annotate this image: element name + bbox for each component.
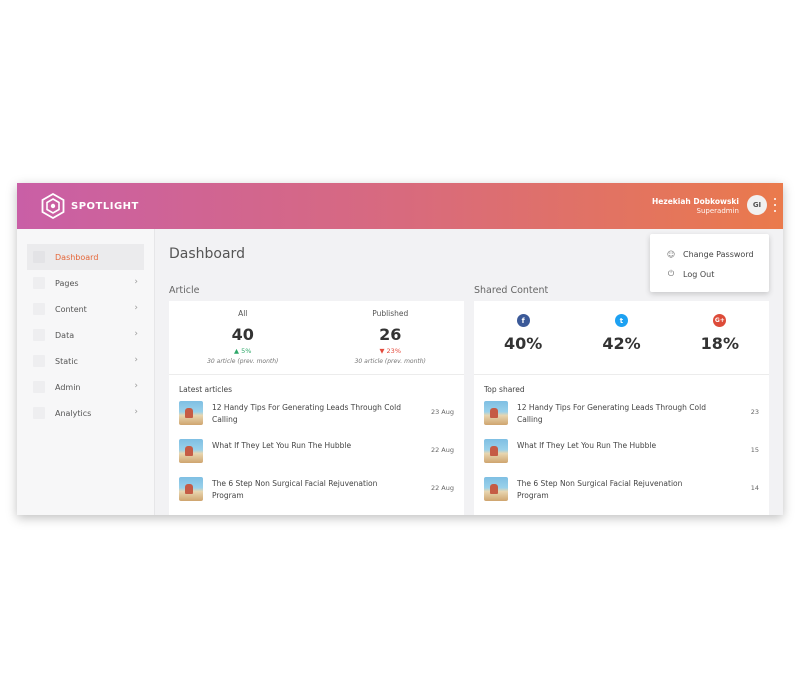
stat-published: Published 26 ▼ 23% 30 article (prev. mon… xyxy=(317,301,465,374)
sidebar-item-pages[interactable]: Pages › xyxy=(27,270,144,296)
latest-articles-title: Latest articles xyxy=(179,385,232,394)
static-icon xyxy=(33,355,45,367)
share-percent: 18% xyxy=(700,334,739,353)
shared-content-card: f 40% t 42% G+ 18% Top shared 12 Handy T… xyxy=(474,301,769,515)
share-percent: 42% xyxy=(602,334,641,353)
menu-item-label: Log Out xyxy=(683,269,715,279)
menu-item-log-out[interactable]: ⏻ Log Out xyxy=(650,264,769,284)
article-title[interactable]: The 6 Step Non Surgical Facial Rejuvenat… xyxy=(517,478,707,502)
more-menu-icon[interactable] xyxy=(771,198,779,212)
sidebar-item-label: Static xyxy=(55,356,78,366)
brand-name: SPOTLIGHT xyxy=(71,200,139,212)
shared-section-title: Shared Content xyxy=(474,285,549,296)
dashboard-icon xyxy=(33,251,45,263)
user-key-icon: ☺ xyxy=(666,249,676,259)
share-count: 23 xyxy=(750,408,759,416)
sidebar: Dashboard Pages › Content › Data › Stati… xyxy=(17,229,155,515)
chevron-right-icon: › xyxy=(134,381,138,391)
sidebar-item-static[interactable]: Static › xyxy=(27,348,144,374)
facebook-icon: f xyxy=(516,314,530,327)
list-item[interactable]: What If They Let You Run The Hubble 22 A… xyxy=(169,439,464,477)
brand-logo[interactable]: SPOTLIGHT xyxy=(41,193,139,219)
stat-label: Published xyxy=(372,309,409,318)
data-icon xyxy=(33,329,45,341)
stat-change-up: ▲ 5% xyxy=(234,347,252,355)
analytics-icon xyxy=(33,407,45,419)
chevron-right-icon: › xyxy=(134,329,138,339)
top-bar: SPOTLIGHT Hezekiah Dobkowski Superadmin … xyxy=(17,183,783,229)
list-item[interactable]: 12 Handy Tips For Generating Leads Throu… xyxy=(474,401,769,439)
article-card: All 40 ▲ 5% 30 article (prev. month) Pub… xyxy=(169,301,464,515)
article-title[interactable]: The 6 Step Non Surgical Facial Rejuvenat… xyxy=(212,478,402,502)
stat-previous: 30 article (prev. month) xyxy=(354,358,426,365)
article-thumbnail xyxy=(484,401,508,425)
stat-value: 26 xyxy=(379,325,402,344)
sidebar-item-data[interactable]: Data › xyxy=(27,322,144,348)
article-title[interactable]: 12 Handy Tips For Generating Leads Throu… xyxy=(212,402,402,426)
share-twitter: t 42% xyxy=(572,301,670,374)
article-thumbnail xyxy=(179,439,203,463)
list-item[interactable]: What If They Let You Run The Hubble 15 xyxy=(474,439,769,477)
twitter-icon: t xyxy=(614,314,628,327)
stat-change-down: ▼ 23% xyxy=(379,347,401,355)
sidebar-item-dashboard[interactable]: Dashboard xyxy=(27,244,144,270)
share-stats: f 40% t 42% G+ 18% xyxy=(474,301,769,375)
stat-label: All xyxy=(238,309,248,318)
chevron-right-icon: › xyxy=(134,277,138,287)
admin-icon xyxy=(33,381,45,393)
article-date: 22 Aug xyxy=(430,484,454,492)
sidebar-item-label: Dashboard xyxy=(55,252,99,262)
article-title[interactable]: 12 Handy Tips For Generating Leads Throu… xyxy=(517,402,707,426)
sidebar-item-content[interactable]: Content › xyxy=(27,296,144,322)
top-shared-title: Top shared xyxy=(484,385,525,394)
content-icon xyxy=(33,303,45,315)
article-section-title: Article xyxy=(169,285,200,296)
pages-icon xyxy=(33,277,45,289)
sidebar-item-label: Admin xyxy=(55,382,81,392)
app-window: SPOTLIGHT Hezekiah Dobkowski Superadmin … xyxy=(17,183,783,515)
menu-item-label: Change Password xyxy=(683,249,754,259)
stat-previous: 30 article (prev. month) xyxy=(207,358,279,365)
article-title[interactable]: What If They Let You Run The Hubble xyxy=(212,440,402,452)
sidebar-item-label: Data xyxy=(55,330,75,340)
share-count: 15 xyxy=(750,446,759,454)
list-item[interactable]: The 6 Step Non Surgical Facial Rejuvenat… xyxy=(169,477,464,515)
google-plus-icon: G+ xyxy=(713,314,727,327)
share-count: 14 xyxy=(750,484,759,492)
user-info[interactable]: Hezekiah Dobkowski Superadmin xyxy=(652,197,739,216)
article-thumbnail xyxy=(484,477,508,501)
article-thumbnail xyxy=(179,401,203,425)
chevron-right-icon: › xyxy=(134,355,138,365)
spotlight-logo-icon xyxy=(41,193,65,219)
user-dropdown-menu: ☺ Change Password ⏻ Log Out xyxy=(650,234,769,292)
avatar[interactable]: GI xyxy=(747,195,767,215)
sidebar-item-label: Content xyxy=(55,304,87,314)
stat-all: All 40 ▲ 5% 30 article (prev. month) xyxy=(169,301,317,374)
list-item[interactable]: 12 Handy Tips For Generating Leads Throu… xyxy=(169,401,464,439)
article-date: 22 Aug xyxy=(430,446,454,454)
sidebar-item-label: Analytics xyxy=(55,408,92,418)
share-percent: 40% xyxy=(504,334,543,353)
power-icon: ⏻ xyxy=(667,269,675,278)
sidebar-item-label: Pages xyxy=(55,278,79,288)
chevron-right-icon: › xyxy=(134,407,138,417)
sidebar-item-analytics[interactable]: Analytics › xyxy=(27,400,144,426)
user-name: Hezekiah Dobkowski xyxy=(651,197,739,206)
sidebar-item-admin[interactable]: Admin › xyxy=(27,374,144,400)
article-thumbnail xyxy=(484,439,508,463)
article-title[interactable]: What If They Let You Run The Hubble xyxy=(517,440,707,452)
chevron-right-icon: › xyxy=(134,303,138,313)
menu-item-change-password[interactable]: ☺ Change Password xyxy=(650,244,769,264)
share-facebook: f 40% xyxy=(474,301,572,374)
stat-value: 40 xyxy=(231,325,254,344)
user-role: Superadmin xyxy=(696,207,739,215)
article-date: 23 Aug xyxy=(430,408,454,416)
article-stats: All 40 ▲ 5% 30 article (prev. month) Pub… xyxy=(169,301,464,375)
page-title: Dashboard xyxy=(169,246,245,262)
list-item[interactable]: The 6 Step Non Surgical Facial Rejuvenat… xyxy=(474,477,769,515)
article-thumbnail xyxy=(179,477,203,501)
share-google-plus: G+ 18% xyxy=(671,301,769,374)
